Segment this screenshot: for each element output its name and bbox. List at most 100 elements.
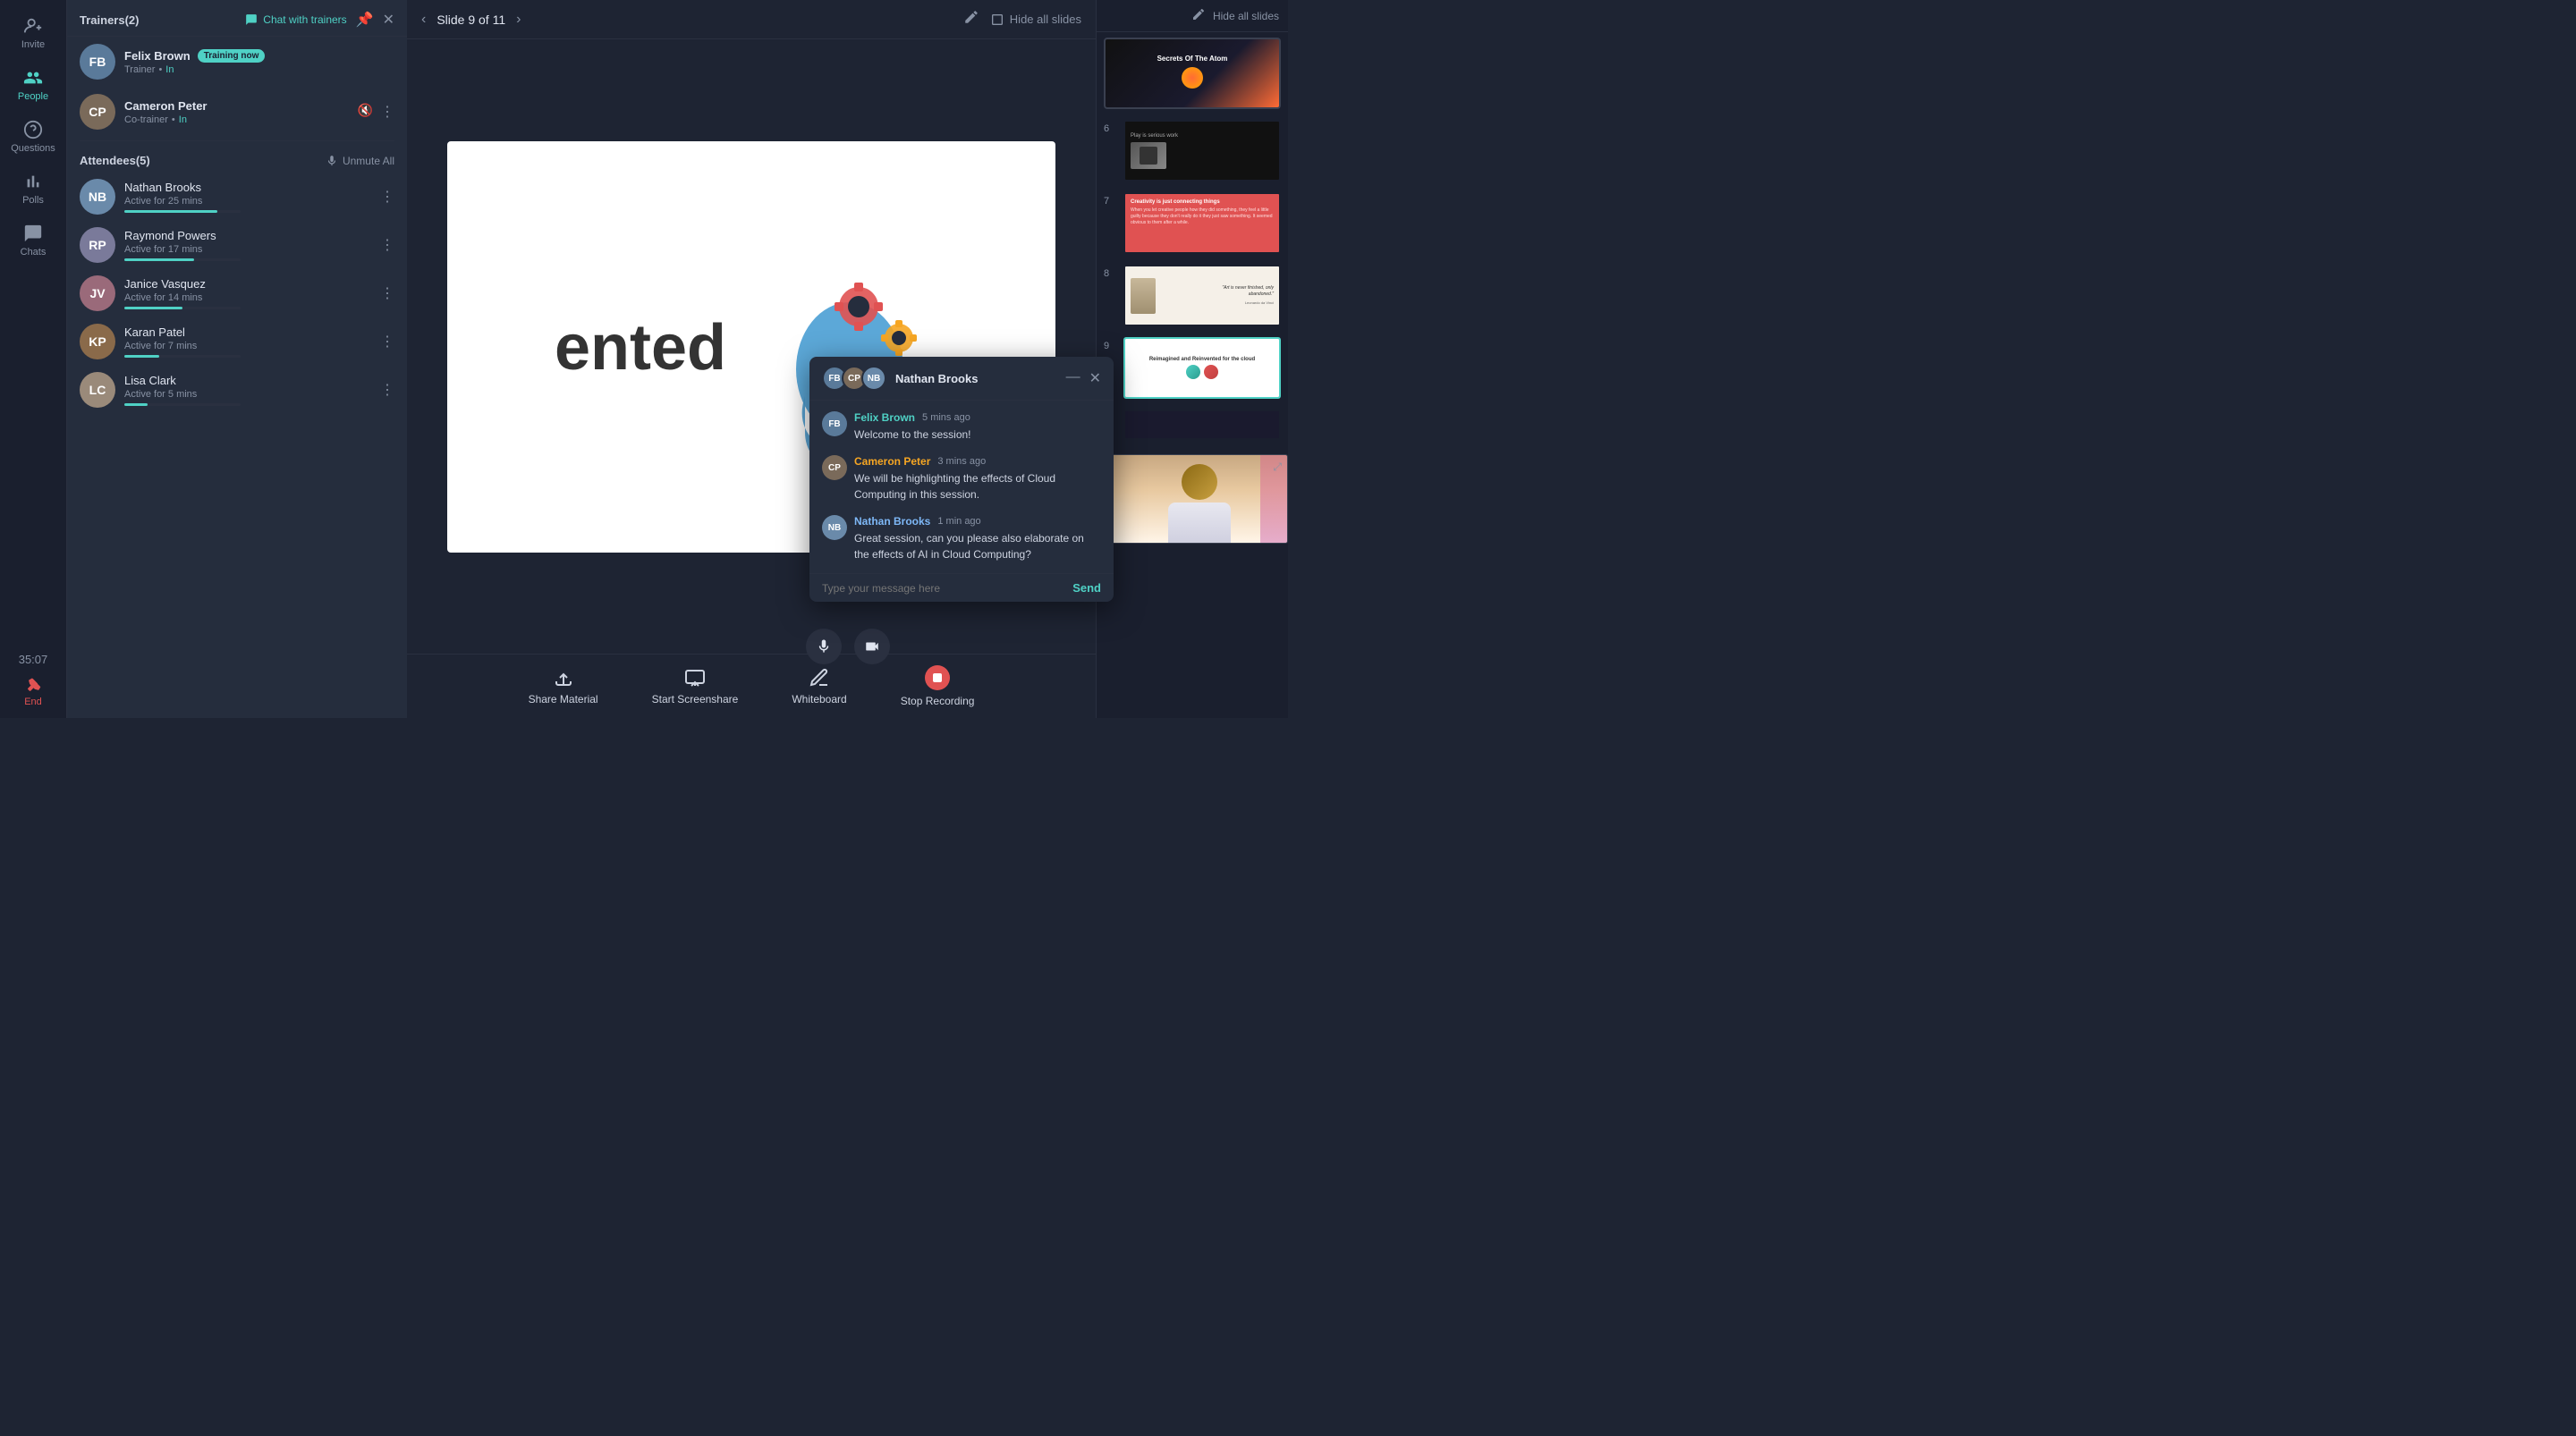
- end-session-button[interactable]: End: [23, 673, 43, 718]
- slide-thumb-8[interactable]: "Art is never finished, only abandoned."…: [1123, 265, 1281, 326]
- top-bar-right: Hide all slides: [963, 9, 1081, 30]
- chat-message-1: CP Cameron Peter 3 mins ago We will be h…: [822, 455, 1101, 503]
- chat-msg-body-0: Felix Brown 5 mins ago Welcome to the se…: [854, 411, 971, 443]
- chat-popup-title: Nathan Brooks: [895, 372, 1057, 385]
- slide-thumb-title: Secrets Of The Atom: [1152, 49, 1233, 97]
- chat-msg-avatar-0: FB: [822, 411, 847, 436]
- avatar-cameron: CP: [80, 94, 115, 130]
- svg-text:ented: ented: [555, 312, 726, 384]
- attendee-name-janice: Janice Vasquez: [124, 277, 371, 291]
- title-slide-thumb[interactable]: Secrets Of The Atom: [1104, 38, 1281, 109]
- trainer-name-felix: Felix Brown Training now: [124, 49, 394, 63]
- chat-msg-body-1: Cameron Peter 3 mins ago We will be high…: [854, 455, 1101, 503]
- send-message-button[interactable]: Send: [1072, 581, 1101, 595]
- more-icon-raymond[interactable]: ⋮: [380, 236, 394, 254]
- sidebar-item-chats[interactable]: Chats: [0, 215, 66, 266]
- avatar-raymond: RP: [80, 227, 115, 263]
- chat-msg-text-0: Welcome to the session!: [854, 427, 971, 443]
- chat-msg-sender-0: Felix Brown: [854, 411, 915, 424]
- close-icon[interactable]: ✕: [383, 11, 394, 29]
- pin-icon[interactable]: 📌: [356, 11, 374, 29]
- training-badge: Training now: [198, 49, 266, 63]
- video-thumbnail: ⤢: [1111, 454, 1288, 544]
- slide-indicator: Slide 9 of 11: [436, 13, 505, 27]
- stop-recording-button[interactable]: Stop Recording: [901, 665, 975, 707]
- microphone-button[interactable]: [806, 629, 842, 664]
- progress-bar-karan: [124, 355, 241, 358]
- more-icon[interactable]: ⋮: [380, 103, 394, 121]
- minimize-icon[interactable]: —: [1066, 369, 1080, 387]
- attendee-name-karan: Karan Patel: [124, 325, 371, 339]
- slide-thumb-6[interactable]: Play is serious work: [1123, 120, 1281, 182]
- sidebar-item-polls[interactable]: Polls: [0, 163, 66, 215]
- mute-icon[interactable]: 🔇: [358, 103, 373, 121]
- attendee-status-nathan: Active for 25 mins: [124, 196, 371, 207]
- chat-message-0: FB Felix Brown 5 mins ago Welcome to the…: [822, 411, 1101, 443]
- expand-video-icon[interactable]: ⤢: [1273, 460, 1282, 474]
- sidebar-item-people[interactable]: People: [0, 59, 66, 111]
- trainer-name-cameron: Cameron Peter: [124, 99, 349, 113]
- trainer-row-felix: FB Felix Brown Training now Trainer • In: [67, 37, 407, 87]
- right-panel: Hide all slides Secrets Of The Atom 6 Pl…: [1096, 0, 1288, 718]
- attendee-row-nathan: NB Nathan Brooks Active for 25 mins ⋮: [67, 173, 407, 221]
- sidebar-chats-label: Chats: [21, 247, 47, 258]
- hide-slides-label: Hide all slides: [1010, 13, 1081, 26]
- edit-icon[interactable]: [963, 9, 979, 30]
- avatar-janice: JV: [80, 275, 115, 311]
- progress-fill-karan: [124, 355, 159, 358]
- attendee-row-raymond: RP Raymond Powers Active for 17 mins ⋮: [67, 221, 407, 269]
- chat-msg-avatar-1: CP: [822, 455, 847, 480]
- end-label: End: [24, 697, 42, 707]
- avatar-karan: KP: [80, 324, 115, 359]
- slide-thumb-7[interactable]: Creativity is just connecting things Whe…: [1123, 192, 1281, 254]
- slide-number-6: 6: [1104, 123, 1116, 134]
- attendee-info-karan: Karan Patel Active for 7 mins: [124, 325, 371, 358]
- chat-avatar-3: NB: [861, 366, 886, 391]
- camera-button[interactable]: [854, 629, 890, 664]
- more-icon-karan[interactable]: ⋮: [380, 333, 394, 351]
- trainers-section-title: Trainers(2): [80, 13, 139, 27]
- chat-message-2: NB Nathan Brooks 1 min ago Great session…: [822, 515, 1101, 562]
- slide-thumb-row-8: 8 "Art is never finished, only abandoned…: [1097, 259, 1288, 332]
- sidebar-item-invite[interactable]: Invite: [0, 7, 66, 59]
- close-chat-icon[interactable]: ✕: [1089, 369, 1101, 387]
- whiteboard-label: Whiteboard: [792, 693, 846, 705]
- chat-msg-body-2: Nathan Brooks 1 min ago Great session, c…: [854, 515, 1101, 562]
- share-material-button[interactable]: Share Material: [529, 667, 598, 705]
- sidebar-item-questions[interactable]: Questions: [0, 111, 66, 163]
- share-material-label: Share Material: [529, 693, 598, 705]
- trainer-role-felix: Trainer • In: [124, 64, 394, 75]
- more-icon-lisa[interactable]: ⋮: [380, 381, 394, 399]
- whiteboard-button[interactable]: Whiteboard: [792, 667, 846, 705]
- attendee-info-raymond: Raymond Powers Active for 17 mins: [124, 229, 371, 261]
- next-slide-button[interactable]: ›: [516, 12, 521, 28]
- prev-slide-button[interactable]: ‹: [421, 12, 426, 28]
- chat-msg-sender-1: Cameron Peter: [854, 455, 930, 468]
- sidebar-polls-label: Polls: [22, 195, 44, 206]
- attendee-info-janice: Janice Vasquez Active for 14 mins: [124, 277, 371, 309]
- progress-fill-nathan: [124, 210, 217, 213]
- trainer-info-felix: Felix Brown Training now Trainer • In: [124, 49, 394, 75]
- unmute-all-button[interactable]: Unmute All: [326, 155, 394, 167]
- hide-slides-button[interactable]: Hide all slides: [990, 13, 1081, 27]
- chat-trainers-button[interactable]: Chat with trainers: [245, 13, 346, 26]
- slide-thumb-row-10: —: [1097, 404, 1288, 445]
- more-icon-nathan[interactable]: ⋮: [380, 188, 394, 206]
- chat-msg-time-1: 3 mins ago: [937, 456, 986, 467]
- progress-bar-nathan: [124, 210, 241, 213]
- start-screenshare-button[interactable]: Start Screenshare: [652, 667, 739, 705]
- chat-avatars: FB CP NB: [822, 366, 886, 391]
- edit-slides-icon[interactable]: [1191, 7, 1206, 24]
- progress-fill-lisa: [124, 403, 148, 406]
- progress-bar-raymond: [124, 258, 241, 261]
- slide-thumb-9[interactable]: Reimagined and Reinvented for the cloud: [1123, 337, 1281, 399]
- attendee-row-lisa: LC Lisa Clark Active for 5 mins ⋮: [67, 366, 407, 414]
- slide-thumb-row-7: 7 Creativity is just connecting things W…: [1097, 187, 1288, 259]
- chat-input-field[interactable]: [822, 582, 1065, 595]
- slide-thumb-10[interactable]: [1123, 410, 1281, 440]
- more-icon-janice[interactable]: ⋮: [380, 284, 394, 302]
- avatar-lisa: LC: [80, 372, 115, 408]
- slide-thumb-row-6: 6 Play is serious work: [1097, 114, 1288, 187]
- slide-thumb-row-9: 9 Reimagined and Reinvented for the clou…: [1097, 332, 1288, 404]
- attendee-status-lisa: Active for 5 mins: [124, 389, 371, 400]
